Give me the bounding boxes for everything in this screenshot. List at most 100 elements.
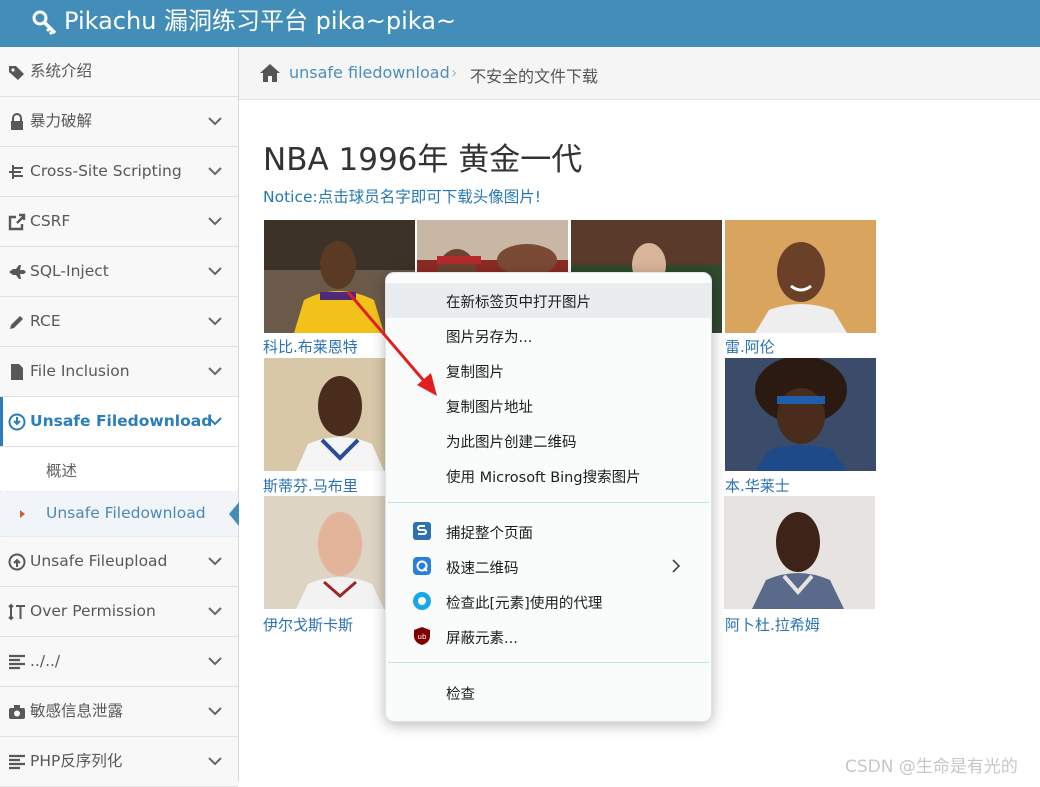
sidebar-item-label: ../../ xyxy=(30,652,61,670)
align-left-icon xyxy=(9,654,25,670)
menu-item-block-element[interactable]: ub 屏蔽元素... xyxy=(386,619,711,654)
sidebar-item-label: Over Permission xyxy=(30,602,156,620)
tags-icon xyxy=(9,66,24,80)
menu-item-label: 检查此[元素]使用的代理 xyxy=(446,596,603,612)
sidebar-item-xss[interactable]: Cross-Site Scripting xyxy=(0,147,238,197)
list-tree-icon xyxy=(9,165,23,179)
capture-page-icon xyxy=(413,522,431,540)
menu-item-label: 复制图片 xyxy=(446,365,504,381)
active-indicator-arrow xyxy=(229,502,239,526)
menu-item-copy-image[interactable]: 复制图片 xyxy=(386,353,711,388)
menu-item-capture-page[interactable]: 捕捉整个页面 xyxy=(386,514,711,549)
sidebar-item-rce[interactable]: RCE xyxy=(0,297,238,347)
chevron-down-icon xyxy=(208,557,222,566)
upload-circle-icon xyxy=(8,553,26,571)
sidebar-item-file-inclusion[interactable]: File Inclusion xyxy=(0,347,238,397)
player-download-link[interactable]: 伊尔戈斯卡斯 xyxy=(263,614,353,635)
sidebar-subitem-overview[interactable]: 概述 xyxy=(0,447,238,492)
player-download-link[interactable]: 科比.布莱恩特 xyxy=(263,336,358,357)
menu-item-open-image-new-tab[interactable]: 在新标签页中打开图片 xyxy=(386,283,711,318)
sidebar-item-label: Unsafe Fileupload xyxy=(30,552,168,570)
breadcrumb-separator: › xyxy=(451,63,458,82)
sidebar-item-sqli[interactable]: SQL-Inject xyxy=(0,247,238,297)
context-menu: 在新标签页中打开图片 图片另存为... 复制图片 复制图片地址 为此图片创建二维… xyxy=(385,272,712,722)
sidebar-item-label: 敏感信息泄露 xyxy=(30,702,124,720)
menu-item-save-image-as[interactable]: 图片另存为... xyxy=(386,318,711,353)
sidebar-item-label: 系统介绍 xyxy=(30,62,93,80)
player-photo-ray-allen[interactable] xyxy=(725,220,876,333)
svg-text:ub: ub xyxy=(418,633,427,641)
sidebar-item-info-leak[interactable]: 敏感信息泄露 xyxy=(0,687,238,737)
lock-icon xyxy=(11,113,23,130)
sidebar-item-php-unserialize[interactable]: PHP反序列化 xyxy=(0,737,238,787)
qr-code-extension-icon xyxy=(413,557,431,575)
sidebar-subitem-label: 概述 xyxy=(46,462,78,480)
pencil-icon xyxy=(10,316,23,329)
player-photo-abdur-rahim[interactable] xyxy=(724,496,875,609)
menu-separator xyxy=(388,502,709,503)
menu-item-label: 在新标签页中打开图片 xyxy=(446,295,591,311)
ublock-icon: ub xyxy=(414,627,430,645)
menu-item-inspect-proxy[interactable]: 检查此[元素]使用的代理 xyxy=(386,584,711,619)
menu-item-label: 图片另存为... xyxy=(446,330,533,346)
notice-text: Notice:点击球员名字即可下载头像图片! xyxy=(263,188,541,206)
sidebar-item-csrf[interactable]: CSRF xyxy=(0,197,238,247)
menu-separator xyxy=(388,662,709,663)
caret-right-icon xyxy=(20,510,25,518)
sidebar-item-label: PHP反序列化 xyxy=(30,752,123,770)
sidebar-item-bruteforce[interactable]: 暴力破解 xyxy=(0,97,238,147)
sidebar-item-dir-traversal[interactable]: ../../ xyxy=(0,637,238,687)
player-photo-ben-wallace[interactable] xyxy=(725,358,876,471)
proxy-extension-icon xyxy=(413,592,431,610)
chevron-down-icon xyxy=(208,657,222,666)
key-icon xyxy=(32,10,57,35)
chevron-right-icon xyxy=(672,559,681,573)
sidebar-item-label: RCE xyxy=(30,312,61,330)
breadcrumb: unsafe filedownload › 不安全的文件下载 xyxy=(239,47,1040,100)
chevron-down-icon xyxy=(208,757,222,766)
home-icon[interactable] xyxy=(259,63,281,83)
download-circle-icon xyxy=(8,413,26,431)
player-download-link[interactable]: 本.华莱士 xyxy=(725,475,790,496)
menu-item-label: 捕捉整个页面 xyxy=(446,526,533,542)
menu-item-qr-extension[interactable]: 极速二维码 xyxy=(386,549,711,584)
player-download-link[interactable]: 斯蒂芬.马布里 xyxy=(263,475,358,496)
camera-icon xyxy=(9,705,25,719)
text-height-icon xyxy=(8,603,25,621)
sidebar-item-unsafe-fileupload[interactable]: Unsafe Fileupload xyxy=(0,537,238,587)
chevron-down-icon xyxy=(208,167,222,176)
player-download-link[interactable]: 雷.阿伦 xyxy=(725,336,775,357)
top-navbar: Pikachu 漏洞练习平台 pika~pika~ xyxy=(0,0,1040,47)
app-title[interactable]: Pikachu 漏洞练习平台 pika~pika~ xyxy=(64,6,456,36)
align-left-icon xyxy=(9,754,25,770)
chevron-down-icon xyxy=(208,217,222,226)
menu-item-bing-image-search[interactable]: 使用 Microsoft Bing搜索图片 xyxy=(386,458,711,493)
page-title: NBA 1996年 黄金一代 xyxy=(263,142,583,178)
menu-item-label: 极速二维码 xyxy=(446,561,519,577)
share-square-icon xyxy=(8,213,26,231)
chevron-down-icon xyxy=(208,267,222,276)
sidebar-subitem-unsafe-filedownload[interactable]: Unsafe Filedownload xyxy=(0,492,239,537)
chevron-down-icon xyxy=(208,367,222,376)
sidebar-item-label: CSRF xyxy=(30,212,71,230)
menu-item-copy-image-address[interactable]: 复制图片地址 xyxy=(386,388,711,423)
menu-item-label: 使用 Microsoft Bing搜索图片 xyxy=(446,470,641,486)
chevron-down-icon xyxy=(208,317,222,326)
chevron-down-icon xyxy=(208,417,222,426)
sidebar-item-label: Unsafe Filedownload xyxy=(30,412,213,430)
menu-item-create-qr-code[interactable]: 为此图片创建二维码 xyxy=(386,423,711,458)
sidebar-item-over-permission[interactable]: Over Permission xyxy=(0,587,238,637)
player-download-link[interactable]: 阿卜杜.拉希姆 xyxy=(725,614,820,635)
sidebar-item-intro[interactable]: 系统介绍 xyxy=(0,47,238,97)
menu-item-label: 检查 xyxy=(446,687,475,703)
sidebar-item-label: SQL-Inject xyxy=(30,262,109,280)
sidebar-item-unsafe-filedownload[interactable]: Unsafe Filedownload xyxy=(0,397,238,447)
menu-item-inspect[interactable]: 检查 xyxy=(386,675,711,710)
sidebar-item-label: File Inclusion xyxy=(30,362,130,380)
breadcrumb-link[interactable]: unsafe filedownload xyxy=(289,63,450,82)
sidebar-item-label: 暴力破解 xyxy=(30,112,93,130)
menu-item-label: 为此图片创建二维码 xyxy=(446,435,577,451)
chevron-down-icon xyxy=(208,707,222,716)
file-icon xyxy=(11,364,23,380)
menu-item-label: 屏蔽元素... xyxy=(446,631,518,647)
